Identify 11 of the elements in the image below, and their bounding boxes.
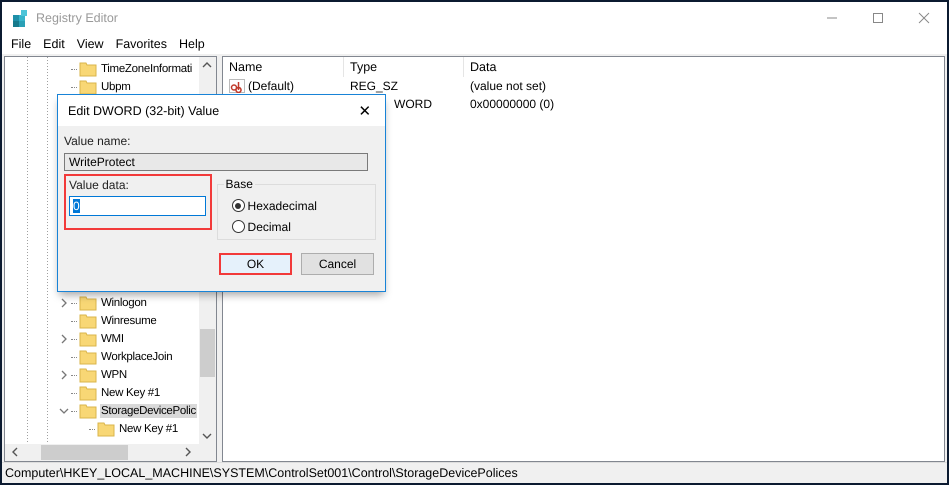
status-bar: Computer\HKEY_LOCAL_MACHINE\SYSTEM\ControlSet001\Control\StorageDevicePolices (2, 462, 947, 483)
table-cell-text: WORD (394, 97, 433, 111)
field-label: Value name: (64, 134, 132, 148)
table-cell-text: REG_SZ (349, 79, 400, 93)
dialog-title: Edit DWORD (32-bit) Value (68, 104, 220, 118)
table-cell-text: 0x00000000 (0) (469, 97, 554, 111)
group-label: Base (224, 177, 255, 191)
table-cell-text: (value not set) (469, 79, 546, 93)
window-title: Registry Editor (36, 11, 119, 25)
field-label: Value data: (69, 178, 129, 192)
table-cell: (Default) (248, 79, 294, 93)
